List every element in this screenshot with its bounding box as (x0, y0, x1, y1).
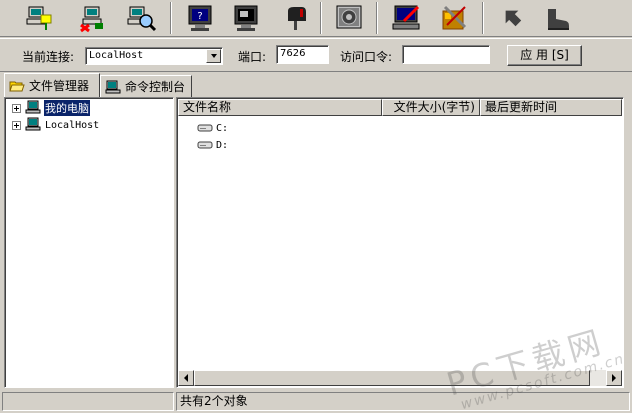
port-input[interactable]: 7626 (276, 45, 329, 64)
file-list[interactable]: 文件名称 文件大小(字节) 最后更新时间 C: D: (176, 97, 624, 388)
drive-icon (197, 123, 213, 133)
network-computer-icon[interactable] (22, 1, 58, 35)
toolbar-separator (320, 2, 322, 34)
password-input[interactable] (402, 45, 490, 64)
connection-select[interactable]: LocalHost (85, 47, 223, 65)
video-capture-icon[interactable] (331, 1, 367, 35)
tree-item-localhost[interactable]: LocalHost (12, 117, 100, 133)
column-header-name[interactable]: 文件名称 (178, 99, 382, 116)
port-label: 端口: (238, 50, 267, 64)
folder-tree[interactable]: 我的电脑 LocalHost (4, 97, 174, 388)
console-computer-icon (105, 80, 121, 94)
scroll-thumb[interactable] (194, 370, 590, 386)
toolbar-separator (376, 2, 378, 34)
column-header-modified[interactable]: 最后更新时间 (480, 99, 622, 116)
list-item[interactable]: C: (197, 120, 228, 136)
scroll-right-button[interactable] (606, 370, 622, 386)
port-value: 7626 (280, 48, 306, 59)
tab-command-console[interactable]: 命令控制台 (100, 75, 192, 97)
toolbar-separator (482, 2, 484, 34)
apply-button[interactable]: 应 用 [S] (507, 45, 582, 66)
tree-item-label: 我的电脑 (44, 100, 90, 116)
column-header-size[interactable]: 文件大小(字节) (382, 99, 480, 116)
svg-text:?: ? (197, 11, 202, 22)
app-window: ? 当前连接: LocalHost 端口: 7626 访问口令: 应 用 [S]… (0, 0, 632, 413)
expand-icon[interactable] (12, 103, 21, 113)
tree-item-my-computer[interactable]: 我的电脑 (12, 100, 90, 116)
status-bar: 共有2个对象 (0, 391, 632, 413)
connection-value: LocalHost (89, 50, 144, 61)
computer-icon (25, 117, 41, 134)
dropdown-button[interactable] (206, 49, 221, 63)
list-header: 文件名称 文件大小(字节) 最后更新时间 (178, 99, 622, 116)
arrow-right-icon (612, 374, 616, 382)
tab-label: 命令控制台 (125, 80, 186, 94)
my-computer-icon (25, 100, 41, 117)
folder-open-icon (9, 79, 25, 93)
boot-icon[interactable] (539, 1, 575, 35)
arrow-left-icon (184, 374, 188, 382)
screen-capture-icon[interactable] (228, 1, 264, 35)
tab-label: 文件管理器 (29, 79, 90, 93)
tab-bar: 文件管理器 命令控制台 (0, 73, 632, 97)
connection-label: 当前连接: (22, 50, 75, 64)
mailbox-icon[interactable] (277, 1, 313, 35)
tab-file-manager[interactable]: 文件管理器 (4, 73, 100, 97)
status-message: 共有2个对象 (176, 392, 630, 411)
remote-edit-icon[interactable] (389, 1, 425, 35)
search-computer-icon[interactable] (124, 1, 160, 35)
toolbar: ? (0, 0, 632, 37)
drive-icon (197, 140, 213, 150)
scroll-left-button[interactable] (178, 370, 194, 386)
password-label: 访问口令: (340, 50, 393, 64)
connection-bar: 当前连接: LocalHost 端口: 7626 访问口令: 应 用 [S] (0, 38, 632, 72)
file-name: C: (216, 122, 229, 134)
help-monitor-icon[interactable]: ? (182, 1, 218, 35)
settings-tools-icon[interactable] (436, 1, 472, 35)
list-item[interactable]: D: (197, 137, 228, 153)
toolbar-separator (170, 2, 172, 34)
disconnect-computer-icon[interactable] (74, 1, 110, 35)
back-arrow-icon[interactable] (494, 1, 530, 35)
chevron-down-icon (210, 54, 217, 58)
status-left (2, 392, 174, 411)
file-name: D: (216, 139, 229, 151)
expand-icon[interactable] (12, 120, 21, 130)
tree-item-label: LocalHost (45, 119, 100, 131)
horizontal-scrollbar[interactable] (178, 370, 622, 386)
